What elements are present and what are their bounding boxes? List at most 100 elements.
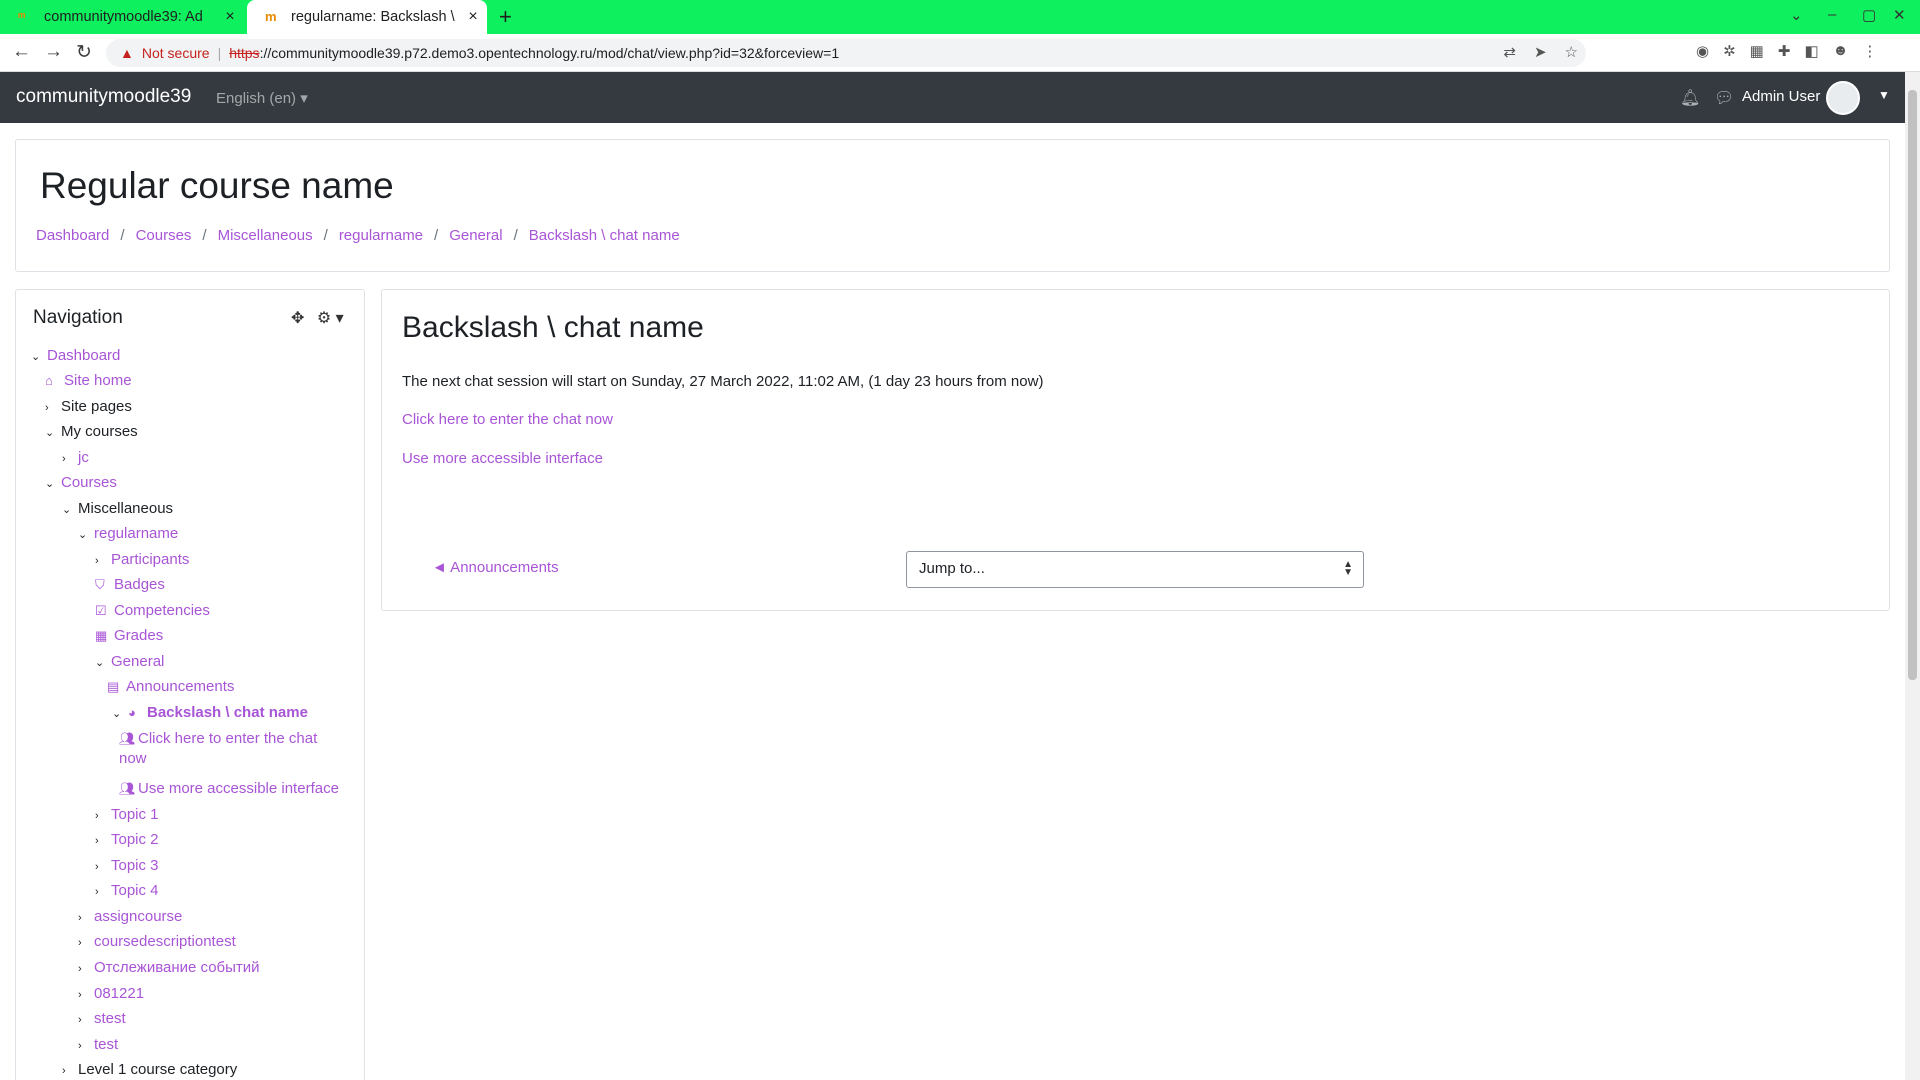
chevron-down-icon[interactable]: ⌄ bbox=[95, 656, 111, 669]
notifications-bell-icon[interactable]: 🔔︎ bbox=[1680, 88, 1700, 108]
language-menu[interactable]: English (en) ▾ bbox=[216, 89, 308, 107]
chevron-down-icon[interactable]: ⌄ bbox=[45, 477, 61, 490]
nav-item[interactable]: › Отслеживание событий bbox=[78, 959, 260, 976]
nav-item[interactable]: › Topic 1 bbox=[95, 806, 159, 823]
gear-icon[interactable]: ⚙ ▾ bbox=[317, 310, 344, 327]
url-field[interactable]: ▲ Not secure | https://communitymoodle39… bbox=[106, 39, 1586, 67]
chevron-right-icon[interactable]: › bbox=[95, 555, 111, 567]
close-window-icon[interactable]: ✕ bbox=[1893, 6, 1906, 24]
nav-item[interactable]: ▤ Announcements bbox=[107, 678, 234, 695]
previous-activity-link[interactable]: ◄ Announcements bbox=[432, 559, 559, 576]
chevron-right-icon[interactable]: › bbox=[78, 912, 94, 924]
maximize-icon[interactable]: ▢ bbox=[1862, 6, 1876, 24]
nav-item[interactable]: › Participants bbox=[95, 551, 189, 568]
url-text: ://communitymoodle39.p72.demo3.opentechn… bbox=[259, 45, 840, 61]
chevron-down-icon[interactable]: ⌄ bbox=[62, 503, 78, 516]
nav-item[interactable]: › Level 1 course category bbox=[62, 1061, 237, 1078]
nav-item[interactable]: › assigncourse bbox=[78, 908, 182, 925]
address-bar: ← → ↻ ▲ Not secure | https://communitymo… bbox=[0, 34, 1920, 72]
back-icon[interactable]: ← bbox=[12, 41, 31, 63]
tab-search-icon[interactable]: ⌄ bbox=[1790, 6, 1803, 24]
site-name-link[interactable]: communitymoodle39 bbox=[16, 86, 191, 108]
forward-icon[interactable]: → bbox=[44, 41, 63, 63]
chevron-right-icon[interactable]: › bbox=[78, 937, 94, 949]
browser-menu-icon[interactable]: ⋮ bbox=[1862, 42, 1877, 60]
chevron-right-icon[interactable]: › bbox=[78, 989, 94, 1001]
nav-item[interactable]: ▦ Grades bbox=[95, 627, 163, 644]
nav-item[interactable]: › 081221 bbox=[78, 985, 144, 1002]
translate-icon[interactable]: ⇄ bbox=[1503, 43, 1516, 61]
chevron-right-icon[interactable]: › bbox=[78, 963, 94, 975]
chevron-right-icon[interactable]: › bbox=[62, 453, 78, 465]
user-name[interactable]: Admin User bbox=[1742, 88, 1820, 105]
breadcrumb-miscellaneous[interactable]: Miscellaneous bbox=[218, 227, 313, 244]
avatar[interactable] bbox=[1826, 81, 1860, 115]
chevron-right-icon[interactable]: › bbox=[95, 810, 111, 822]
minimize-icon[interactable]: – bbox=[1828, 6, 1836, 23]
nav-item-label: test bbox=[94, 1036, 119, 1053]
nav-item[interactable]: › stest bbox=[78, 1010, 126, 1027]
chevron-down-icon[interactable]: ⌄ bbox=[78, 528, 94, 541]
breadcrumb-regularname[interactable]: regularname bbox=[339, 227, 423, 244]
nav-item[interactable]: ⌄ Dashboard bbox=[31, 347, 120, 364]
chevron-right-icon[interactable]: › bbox=[78, 1014, 94, 1026]
tab-admin[interactable]: ᵐ communitymoodle39: Ad × bbox=[0, 0, 244, 34]
chevron-down-icon[interactable]: ⌄ bbox=[112, 707, 128, 720]
extension-calendar-icon[interactable]: ▦ bbox=[1750, 42, 1764, 60]
language-label: English (en) bbox=[216, 90, 297, 107]
chevron-down-icon[interactable]: ⌄ bbox=[31, 350, 47, 363]
puzzle-icon[interactable]: ✚ bbox=[1778, 42, 1791, 60]
chevron-right-icon[interactable]: › bbox=[95, 861, 111, 873]
enter-chat-link[interactable]: Click here to enter the chat now bbox=[402, 411, 613, 428]
messages-icon[interactable]: 💬︎ bbox=[1714, 88, 1734, 108]
nav-item[interactable]: ⌄ ◕ Backslash \ chat name bbox=[112, 704, 308, 721]
screenshot-icon[interactable]: ◉ bbox=[1696, 42, 1709, 60]
chevron-right-icon[interactable]: › bbox=[78, 1040, 94, 1052]
nav-item[interactable]: ⌄ Miscellaneous bbox=[62, 500, 173, 517]
nav-item[interactable]: › test bbox=[78, 1036, 118, 1053]
profile-icon[interactable]: ☻ bbox=[1833, 42, 1849, 60]
nav-item[interactable]: › Topic 2 bbox=[95, 831, 159, 848]
send-icon[interactable]: ➤ bbox=[1534, 43, 1547, 61]
nav-item[interactable]: 👥︎ Use more accessible interface bbox=[119, 780, 339, 797]
nav-item[interactable]: › coursedescriptiontest bbox=[78, 933, 236, 950]
move-icon[interactable]: ✥ bbox=[291, 310, 304, 327]
nav-item[interactable]: › Site pages bbox=[45, 398, 132, 415]
nav-item[interactable]: › Topic 3 bbox=[95, 857, 159, 874]
nav-item[interactable]: ⌄ My courses bbox=[45, 423, 138, 440]
close-tab-icon[interactable]: × bbox=[216, 8, 244, 26]
nav-item[interactable]: ⌄ Courses bbox=[45, 474, 117, 491]
chevron-right-icon[interactable]: › bbox=[95, 886, 111, 898]
nav-item[interactable]: 👥︎ Click here to enter the chat now bbox=[119, 730, 317, 767]
chevron-right-icon[interactable]: › bbox=[95, 835, 111, 847]
chevron-down-icon[interactable]: ⌄ bbox=[45, 426, 61, 439]
user-menu-caret-icon[interactable]: ▼ bbox=[1878, 88, 1890, 102]
nav-item[interactable]: ⌄ regularname bbox=[78, 525, 178, 542]
nav-item[interactable]: ☑ Competencies bbox=[95, 602, 210, 619]
breadcrumb-dashboard[interactable]: Dashboard bbox=[36, 227, 109, 244]
chevron-right-icon[interactable]: › bbox=[45, 402, 61, 414]
scrollbar-thumb[interactable] bbox=[1908, 90, 1917, 680]
bookmark-star-icon[interactable]: ☆ bbox=[1565, 43, 1578, 61]
nav-item[interactable]: ⛉ Badges bbox=[95, 576, 165, 593]
new-tab-button[interactable]: + bbox=[499, 4, 512, 30]
tab-regularname[interactable]: m regularname: Backslash \ × bbox=[247, 0, 487, 34]
security-label[interactable]: Not secure bbox=[142, 45, 210, 61]
sidepanel-icon[interactable]: ◧ bbox=[1804, 42, 1818, 60]
close-tab-icon[interactable]: × bbox=[459, 8, 487, 26]
table-icon: ▦ bbox=[95, 628, 108, 643]
breadcrumb-courses[interactable]: Courses bbox=[136, 227, 192, 244]
accessible-interface-link[interactable]: Use more accessible interface bbox=[402, 450, 603, 467]
nav-item[interactable]: ⌂ Site home bbox=[45, 372, 132, 389]
session-info: The next chat session will start on Sund… bbox=[402, 373, 1044, 390]
page-scrollbar[interactable] bbox=[1905, 72, 1920, 1080]
reload-icon[interactable]: ↻ bbox=[76, 41, 92, 64]
chevron-right-icon[interactable]: › bbox=[62, 1065, 78, 1077]
extension-gear-icon[interactable]: ✲ bbox=[1723, 42, 1736, 60]
breadcrumb-general[interactable]: General bbox=[449, 227, 502, 244]
nav-item[interactable]: ⌄ General bbox=[95, 653, 164, 670]
nav-item[interactable]: › Topic 4 bbox=[95, 882, 159, 899]
nav-item[interactable]: › jc bbox=[62, 449, 89, 466]
jump-to-select[interactable]: Jump to... ▲ ▼ bbox=[906, 551, 1364, 588]
breadcrumb-chat[interactable]: Backslash \ chat name bbox=[529, 227, 680, 244]
